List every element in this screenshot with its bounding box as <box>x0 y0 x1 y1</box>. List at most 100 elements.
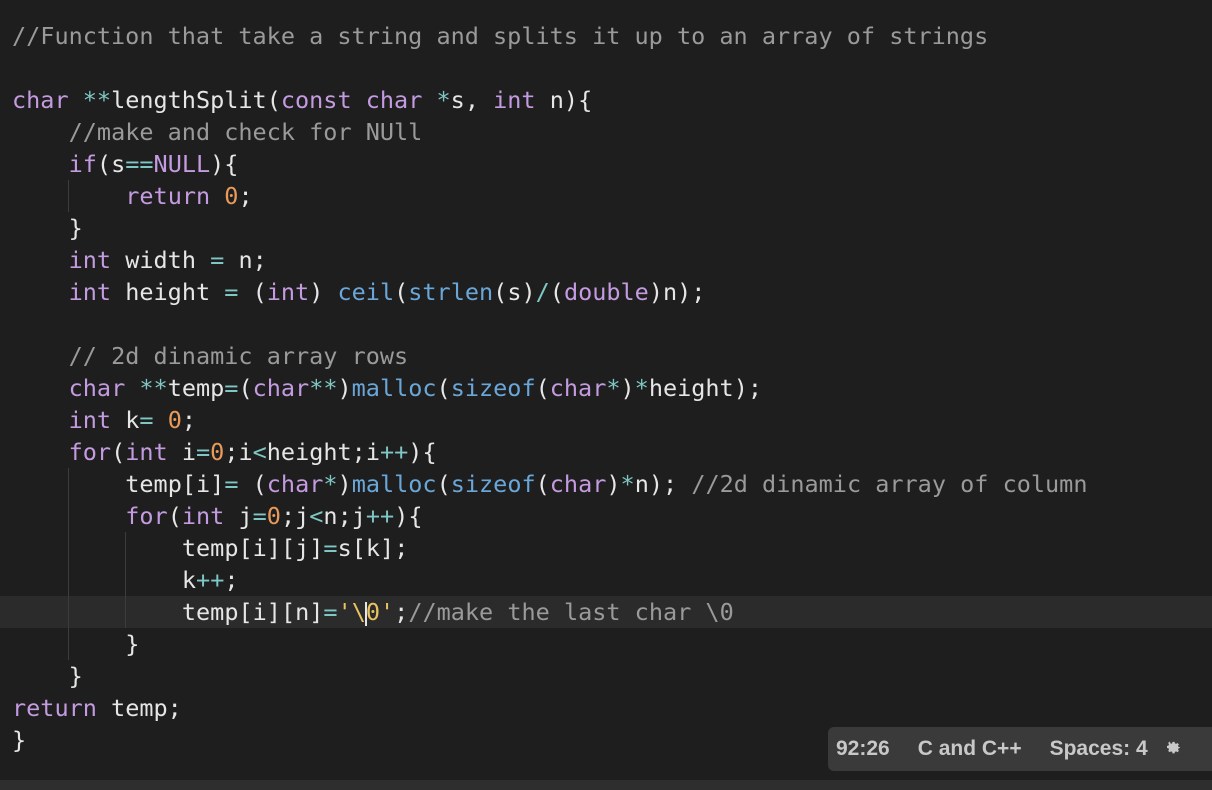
code-line[interactable]: int width = n; <box>0 244 1212 276</box>
code-token: ( <box>266 86 281 114</box>
code-line[interactable]: temp[i][j]=s[k]; <box>0 532 1212 564</box>
code-token: double <box>563 278 649 306</box>
code-token: ( <box>493 278 508 306</box>
code-token: ) <box>210 150 225 178</box>
code-token: int <box>68 406 112 434</box>
code-line[interactable]: return 0; <box>0 180 1212 212</box>
code-area[interactable]: //Function that take a string and splits… <box>0 20 1212 756</box>
code-token: { <box>422 438 437 466</box>
code-editor[interactable]: //Function that take a string and splits… <box>0 0 1212 790</box>
code-token: = <box>139 406 154 434</box>
indentation-setting[interactable]: Spaces: 4 <box>1036 737 1162 761</box>
code-token: ] <box>210 470 225 498</box>
code-line[interactable]: char **temp=(char**)malloc(sizeof(char*)… <box>0 372 1212 404</box>
code-token: lengthSplit <box>111 86 267 114</box>
code-token: ; <box>167 694 182 722</box>
code-token: int <box>493 86 536 114</box>
code-token: ( <box>238 374 253 402</box>
code-line[interactable]: // 2d dinamic array rows <box>0 340 1212 372</box>
code-token: } <box>68 214 83 242</box>
code-token: * <box>323 374 338 402</box>
code-line[interactable]: int k= 0; <box>0 404 1212 436</box>
code-token: ) <box>677 278 692 306</box>
code-token: ) <box>337 470 352 498</box>
code-token: 0 <box>224 182 239 210</box>
code-token: * <box>436 86 451 114</box>
code-line[interactable] <box>0 308 1212 340</box>
code-line[interactable]: } <box>0 212 1212 244</box>
code-token: sizeof <box>450 470 536 498</box>
code-token: ; <box>337 502 352 530</box>
code-line[interactable]: //Function that take a string and splits… <box>0 20 1212 52</box>
code-line[interactable]: temp[i]= (char*)malloc(sizeof(char)*n); … <box>0 468 1212 500</box>
code-line[interactable]: k++; <box>0 564 1212 596</box>
code-line[interactable]: for(int i=0;i<height;i++){ <box>0 436 1212 468</box>
code-line[interactable]: char **lengthSplit(const char *s, int n)… <box>0 84 1212 116</box>
code-line[interactable]: return temp; <box>0 692 1212 724</box>
indent-guide <box>67 532 69 564</box>
code-token: ; <box>394 598 409 626</box>
code-token: = <box>224 278 239 306</box>
code-token: = <box>210 246 225 274</box>
language-mode[interactable]: C and C++ <box>904 737 1036 761</box>
code-line[interactable]: } <box>0 660 1212 692</box>
code-token: = <box>224 374 239 402</box>
code-line[interactable]: } <box>0 628 1212 660</box>
code-line-current[interactable]: temp[i][n]='\0';//make the last char \0 <box>0 596 1212 628</box>
gear-icon[interactable] <box>1162 737 1182 761</box>
code-token: ; <box>224 566 239 594</box>
code-token: s <box>507 278 522 306</box>
code-token: char <box>549 470 607 498</box>
code-token: n <box>549 86 564 114</box>
code-token: ) <box>620 374 635 402</box>
cursor-position[interactable]: 92:26 <box>828 737 904 761</box>
code-token: j <box>295 534 310 562</box>
code-line[interactable]: if(s==NULL){ <box>0 148 1212 180</box>
code-token: ; <box>351 438 366 466</box>
code-token: + <box>210 566 225 594</box>
code-token: ( <box>549 278 564 306</box>
code-token: const <box>280 86 352 114</box>
code-line[interactable]: //make and check for NUll <box>0 116 1212 148</box>
code-token: char <box>266 470 324 498</box>
code-line[interactable]: int height = (int) ceil(strlen(s)/(doubl… <box>0 276 1212 308</box>
code-token: ( <box>111 438 126 466</box>
code-token: ) <box>408 438 423 466</box>
code-line[interactable]: for(int j=0;j<n;j++){ <box>0 500 1212 532</box>
code-token: int <box>125 438 168 466</box>
code-token: strlen <box>408 278 494 306</box>
code-line[interactable] <box>0 52 1212 84</box>
code-token: ; <box>280 502 296 530</box>
